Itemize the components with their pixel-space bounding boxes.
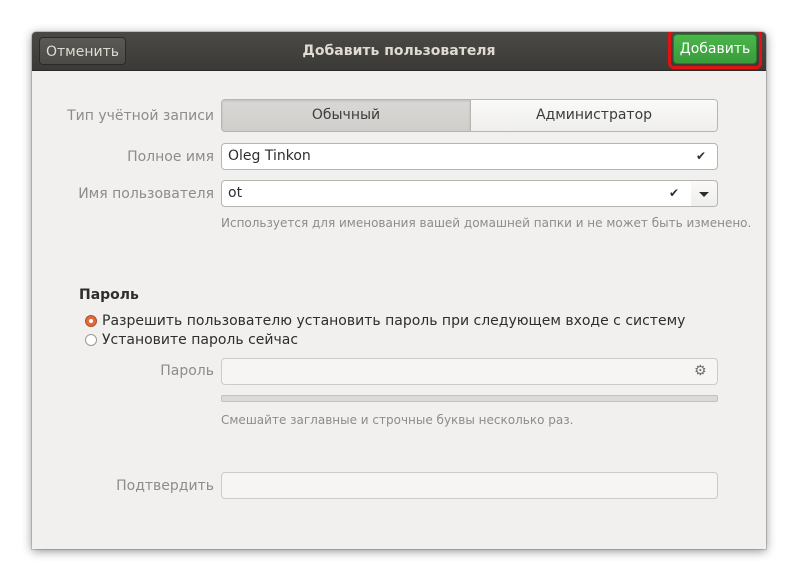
add-user-dialog: Отменить Добавить пользователя Добавить …: [32, 32, 766, 549]
username-label: Имя пользователя: [78, 186, 214, 202]
checkmark-icon: ✔: [669, 186, 680, 200]
password-label: Пароль: [160, 363, 214, 379]
gear-icon[interactable]: ⚙: [694, 363, 707, 379]
checkmark-icon: ✔: [696, 149, 707, 163]
radio-selected-icon: [85, 315, 97, 327]
username-dropdown-button[interactable]: [691, 180, 718, 207]
username-input[interactable]: ot ✔: [221, 180, 692, 207]
password-strength-bar: [221, 395, 718, 402]
account-type-admin-button[interactable]: Администратор: [471, 100, 717, 131]
username-hint: Используется для именования вашей домашн…: [221, 216, 752, 230]
add-button[interactable]: Добавить: [673, 34, 757, 64]
confirm-label: Подтвердить: [116, 478, 214, 494]
dialog-title: Добавить пользователя: [302, 43, 496, 59]
password-strength-hint: Смешайте заглавные и строчные буквы неск…: [221, 413, 574, 427]
account-type-label: Тип учётной записи: [67, 108, 214, 124]
account-type-switch: Обычный Администратор: [221, 99, 718, 132]
account-type-standard-button[interactable]: Обычный: [222, 100, 471, 131]
confirm-password-input[interactable]: [221, 472, 718, 499]
radio-set-at-login-label: Разрешить пользователю установить пароль…: [102, 313, 686, 329]
full-name-value: Oleg Tinkon: [228, 148, 311, 164]
password-input[interactable]: ⚙: [221, 358, 718, 385]
radio-unselected-icon: [85, 334, 97, 346]
radio-set-now-label: Установите пароль сейчас: [102, 332, 299, 348]
chevron-down-icon: [699, 192, 709, 197]
password-section-title: Пароль: [79, 287, 139, 303]
header-bar: Отменить Добавить пользователя Добавить: [32, 32, 766, 71]
username-value: ot: [228, 185, 243, 201]
full-name-input[interactable]: Oleg Tinkon ✔: [221, 143, 718, 170]
full-name-label: Полное имя: [127, 149, 214, 165]
add-button-highlight: Добавить: [668, 32, 762, 69]
